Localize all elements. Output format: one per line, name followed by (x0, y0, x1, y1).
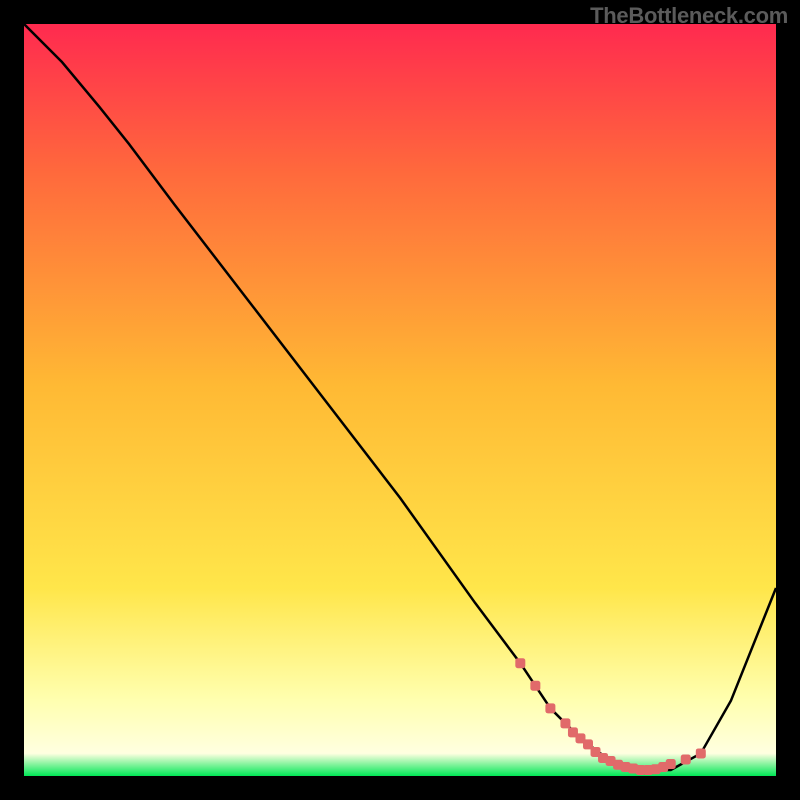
valley-dot (560, 718, 570, 728)
gradient-background (24, 24, 776, 776)
bottleneck-chart (24, 24, 776, 776)
valley-dot (515, 658, 525, 668)
watermark-text: TheBottleneck.com (590, 3, 788, 29)
valley-dot (545, 703, 555, 713)
chart-container: TheBottleneck.com (0, 0, 800, 800)
chart-svg (24, 24, 776, 776)
valley-dot (681, 754, 691, 764)
valley-dot (696, 748, 706, 758)
valley-dot (530, 681, 540, 691)
valley-dot (666, 759, 676, 769)
